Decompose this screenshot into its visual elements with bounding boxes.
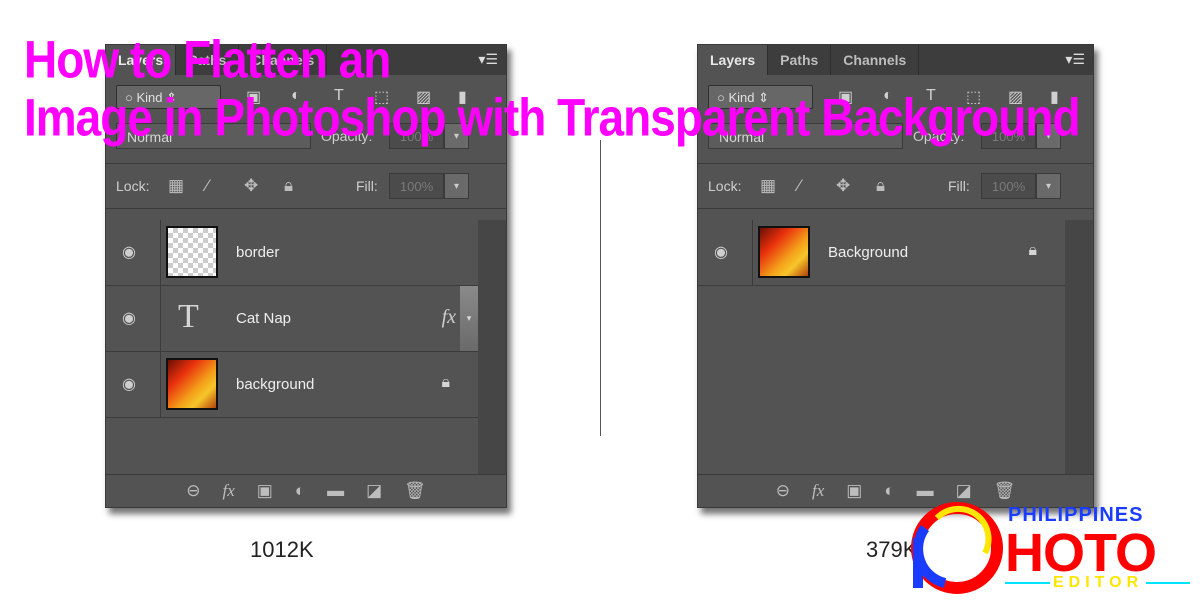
layer-thumbnail xyxy=(166,358,218,410)
layer-name: border xyxy=(236,244,280,261)
divider xyxy=(600,140,601,436)
layer-name: background xyxy=(236,376,315,393)
layer-row[interactable]: ◉ Background 🔒︎ xyxy=(698,220,1065,286)
lock-label: Lock: xyxy=(708,178,742,194)
layer-name: Cat Nap xyxy=(236,310,292,327)
fill-label: Fill: xyxy=(948,178,970,194)
file-size-before: 1012K xyxy=(250,537,314,562)
panel-menu-icon[interactable]: ▾☰ xyxy=(1065,51,1085,68)
lock-move-icon[interactable]: ✥ xyxy=(836,176,850,196)
fill-dropdown[interactable]: ▾ xyxy=(444,173,469,199)
fill-label: Fill: xyxy=(356,178,378,194)
title-line-1: How to Flatten an xyxy=(24,29,391,89)
layer-list: ◉ Background 🔒︎ xyxy=(698,220,1065,475)
lock-paint-icon[interactable]: ⁄ xyxy=(798,176,801,196)
link-layers-icon[interactable]: ⊖ xyxy=(776,481,790,501)
add-style-icon[interactable]: fx xyxy=(812,481,824,501)
lock-move-icon[interactable]: ✥ xyxy=(244,176,258,196)
add-mask-icon[interactable]: ▣ xyxy=(257,481,273,501)
visibility-eye-icon[interactable]: ◉ xyxy=(122,374,136,394)
visibility-eye-icon[interactable]: ◉ xyxy=(122,308,136,328)
link-layers-icon[interactable]: ⊖ xyxy=(186,481,200,501)
scrollbar[interactable] xyxy=(1065,220,1093,475)
layer-thumbnail xyxy=(758,226,810,278)
visibility-eye-icon[interactable]: ◉ xyxy=(122,242,136,262)
lock-transparent-icon[interactable]: ▦ xyxy=(168,176,184,196)
delete-layer-icon[interactable]: 🗑︎ xyxy=(404,481,426,501)
layer-row[interactable]: ◉ background 🔒︎ xyxy=(106,352,478,418)
fill-dropdown[interactable]: ▾ xyxy=(1036,173,1061,199)
new-group-icon[interactable]: ▬ xyxy=(327,481,344,501)
photo-editor-logo: PHILIPPINES HOTO EDITOR xyxy=(905,498,1195,595)
effects-expand-toggle[interactable]: ▾ xyxy=(460,286,478,351)
lock-all-icon[interactable]: 🔒︎ xyxy=(876,176,885,196)
text-layer-icon: T xyxy=(178,298,199,335)
layer-name: Background xyxy=(828,244,909,261)
lock-label: Lock: xyxy=(116,178,150,194)
tab-layers[interactable]: Layers xyxy=(698,45,769,75)
layer-row[interactable]: ◉ border xyxy=(106,220,478,286)
tab-channels[interactable]: Channels xyxy=(831,45,920,75)
tab-paths[interactable]: Paths xyxy=(768,45,832,75)
panel-footer: ⊖ fx ▣ ◐ ▬ ◪ 🗑︎ xyxy=(106,474,506,507)
lock-all-icon[interactable]: 🔒︎ xyxy=(284,176,293,196)
new-layer-icon[interactable]: ◪ xyxy=(366,481,382,501)
fill-field[interactable]: 100% xyxy=(389,173,444,199)
layer-list: ◉ border ◉ T Cat Nap fx ▾ ◉ background 🔒… xyxy=(106,220,478,475)
add-style-icon[interactable]: fx xyxy=(222,481,234,501)
layer-effects-icon[interactable]: fx xyxy=(442,306,456,329)
add-mask-icon[interactable]: ▣ xyxy=(846,481,862,501)
lock-paint-icon[interactable]: ⁄ xyxy=(206,176,209,196)
fill-field[interactable]: 100% xyxy=(981,173,1036,199)
panel-menu-icon[interactable]: ▾☰ xyxy=(478,51,498,68)
new-adjustment-icon[interactable]: ◐ xyxy=(884,481,894,501)
layer-lock-icon: 🔒︎ xyxy=(1028,242,1037,259)
new-adjustment-icon[interactable]: ◐ xyxy=(295,481,305,501)
scrollbar[interactable] xyxy=(478,220,506,475)
layer-thumbnail xyxy=(166,226,218,278)
title-line-2: Image in Photoshop with Transparent Back… xyxy=(24,87,1081,147)
layer-lock-icon: 🔒︎ xyxy=(441,374,450,391)
logo-bottom-text: EDITOR xyxy=(1050,574,1147,592)
visibility-eye-icon[interactable]: ◉ xyxy=(714,242,728,262)
panel-tabs: Layers Paths Channels ▾☰ xyxy=(698,45,1093,75)
layer-row[interactable]: ◉ T Cat Nap fx ▾ xyxy=(106,286,478,352)
lock-transparent-icon[interactable]: ▦ xyxy=(760,176,776,196)
